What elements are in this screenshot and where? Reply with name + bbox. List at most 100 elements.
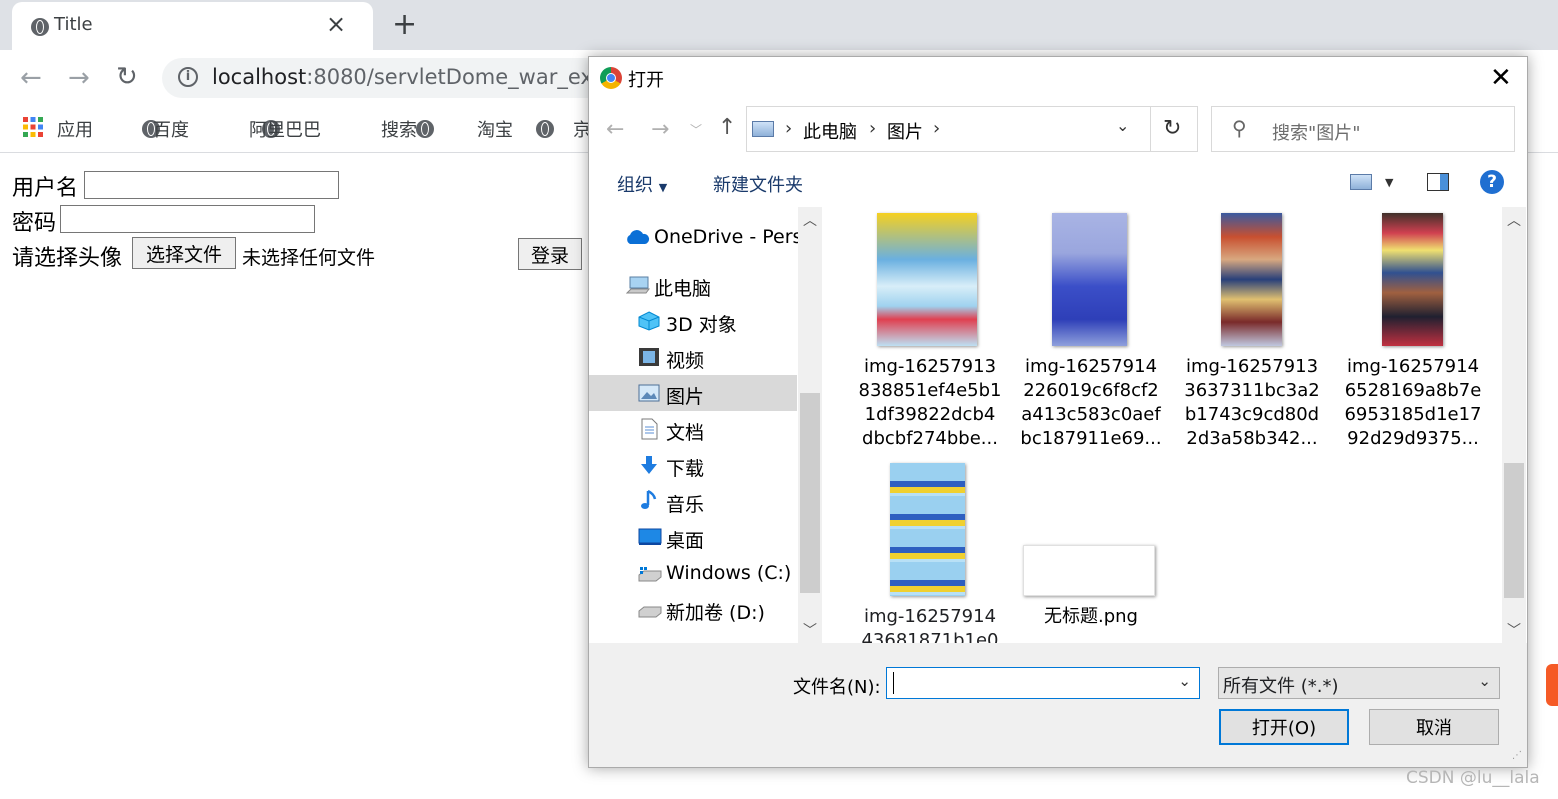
bookmark-taobao[interactable]: 淘宝 (477, 116, 513, 142)
nav-item-music[interactable]: 音乐 (666, 490, 704, 517)
nav-item-drive-d[interactable]: 新加卷 (D:) (666, 598, 765, 625)
file-thumbnail[interactable] (877, 213, 977, 346)
nav-item-downloads[interactable]: 下载 (666, 454, 704, 481)
chrome-icon (600, 67, 622, 89)
globe-icon (536, 119, 555, 138)
filename-input[interactable]: ⌄ (886, 667, 1200, 699)
file-name-line: 6953185d1e17 (1344, 404, 1482, 425)
file-name[interactable]: img-16257914 43681871b1e0 (855, 605, 1005, 643)
open-button[interactable]: 打开(O) (1219, 709, 1349, 745)
chevron-down-icon[interactable]: ﹀ (690, 118, 702, 142)
file-thumbnail[interactable] (890, 463, 965, 596)
search-box[interactable] (1211, 106, 1515, 152)
new-tab-button[interactable]: + (392, 8, 417, 42)
cancel-button[interactable]: 取消 (1369, 709, 1499, 745)
login-button[interactable]: 登录 (518, 238, 582, 270)
bookmark-alibaba[interactable]: 阿里巴巴 (249, 116, 321, 142)
chevron-right-icon[interactable]: › (933, 118, 940, 139)
music-icon (638, 489, 660, 509)
no-file-text: 未选择任何文件 (242, 247, 376, 269)
close-tab-icon[interactable]: × (326, 9, 346, 39)
organize-button[interactable]: 组织 ▼ (617, 171, 667, 197)
close-icon[interactable]: ✕ (1490, 64, 1512, 92)
pictures-icon (638, 384, 660, 402)
chevron-down-icon[interactable]: ⌄ (1478, 672, 1491, 690)
file-name-line: 43681871b1e0 (861, 630, 999, 643)
file-name-line: b1743c9cd80d (1184, 404, 1320, 425)
side-widget[interactable] (1546, 664, 1558, 706)
nav-item-drive-c[interactable]: Windows (C:) (666, 562, 791, 584)
forward-icon[interactable]: → (68, 63, 90, 93)
password-input[interactable] (60, 205, 315, 233)
url-path: :8080/servletDome_war_expl (306, 65, 612, 89)
apps-icon[interactable] (22, 116, 44, 138)
file-name-line: img-16257914 (863, 606, 997, 627)
nav-item-onedrive[interactable]: OneDrive - Perso (654, 226, 814, 248)
preview-pane-icon[interactable] (1427, 173, 1449, 191)
refresh-icon[interactable]: ↻ (1163, 116, 1181, 141)
desktop-icon (638, 528, 662, 546)
nav-item-documents[interactable]: 文档 (666, 418, 704, 445)
back-icon[interactable]: ← (20, 63, 42, 93)
view-options-icon[interactable] (1350, 174, 1372, 190)
password-label: 密码 (12, 211, 57, 236)
scroll-down-icon[interactable]: ﹀ (1507, 620, 1521, 640)
nav-scrollbar-thumb[interactable] (800, 393, 820, 593)
file-thumbnail[interactable] (1052, 213, 1127, 346)
scroll-down-icon[interactable]: ﹀ (803, 620, 817, 640)
file-name-line: bc187911e69... (1020, 428, 1162, 449)
file-thumbnail[interactable] (1023, 545, 1155, 596)
nav-item-this-pc[interactable]: 此电脑 (654, 274, 711, 301)
file-name-line: dbcbf274bbe... (862, 428, 998, 449)
videos-icon (638, 347, 660, 366)
search-placeholder: 搜索"图片" (1272, 123, 1361, 144)
back-icon[interactable]: ← (606, 118, 624, 142)
nav-item-3d-objects[interactable]: 3D 对象 (666, 310, 737, 337)
file-name-line: 2d3a58b342... (1186, 428, 1318, 449)
scroll-up-icon[interactable]: ︿ (1507, 210, 1521, 230)
file-name[interactable]: img-16257914 226019c6f8cf2 a413c583c0aef… (1016, 355, 1166, 451)
search-icon: ⚲ (1232, 116, 1247, 140)
nav-item-desktop[interactable]: 桌面 (666, 526, 704, 553)
file-name-line: a413c583c0aef (1021, 404, 1161, 425)
help-icon[interactable]: ? (1480, 170, 1504, 194)
file-name-line: img-16257913 (863, 356, 997, 377)
url-text: localhost:8080/servletDome_war_expl (212, 65, 612, 89)
bookmark-apps[interactable]: 应用 (57, 116, 93, 142)
resize-grip-icon[interactable]: ⋰ (1512, 750, 1522, 761)
chevron-down-icon[interactable]: ⌄ (1116, 116, 1129, 135)
nav-item-pictures[interactable]: 图片 (666, 382, 704, 409)
file-name[interactable]: 无标题.png (1016, 605, 1166, 629)
file-thumbnail[interactable] (1221, 213, 1282, 346)
forward-icon[interactable]: → (651, 118, 669, 142)
file-thumbnail[interactable] (1382, 213, 1443, 346)
info-icon[interactable]: i (178, 67, 198, 87)
text-cursor (893, 672, 894, 694)
bookmark-baidu[interactable]: 百度 (153, 116, 189, 142)
file-name[interactable]: img-16257914 6528169a8b7e 6953185d1e17 9… (1338, 355, 1488, 451)
username-input[interactable] (84, 171, 339, 199)
content-scrollbar-thumb[interactable] (1504, 463, 1524, 598)
choose-file-button[interactable]: 选择文件 (132, 237, 236, 269)
nav-item-videos[interactable]: 视频 (666, 346, 704, 373)
file-name[interactable]: img-16257913 3637311bc3a2 b1743c9cd80d 2… (1177, 355, 1327, 451)
chevron-down-icon[interactable]: ⌄ (1178, 672, 1191, 690)
file-name[interactable]: img-16257913 838851ef4e5b1 1df39822dcb4 … (855, 355, 1005, 451)
bookmark-search[interactable]: 搜索 (381, 116, 417, 142)
documents-icon (638, 418, 660, 440)
scroll-up-icon[interactable]: ︿ (803, 210, 817, 230)
file-name-line: 无标题.png (1044, 606, 1138, 627)
reload-icon[interactable]: ↻ (116, 62, 138, 92)
watermark: CSDN @lu__lala (1406, 768, 1540, 788)
up-arrow-icon[interactable]: ↑ (718, 116, 736, 140)
file-name-line: 3637311bc3a2 (1184, 380, 1320, 401)
dialog-title: 打开 (628, 70, 664, 91)
drive-d-icon (638, 601, 662, 619)
path-divider (1150, 107, 1151, 151)
file-name-line: img-16257914 (1024, 356, 1158, 377)
caret-down-icon[interactable]: ▼ (1385, 176, 1393, 189)
new-folder-button[interactable]: 新建文件夹 (713, 171, 803, 197)
breadcrumb-pictures[interactable]: 图片 (887, 118, 923, 144)
breadcrumb-this-pc[interactable]: 此电脑 (803, 118, 857, 144)
file-type-select[interactable]: 所有文件 (*.*) ⌄ (1218, 667, 1500, 699)
